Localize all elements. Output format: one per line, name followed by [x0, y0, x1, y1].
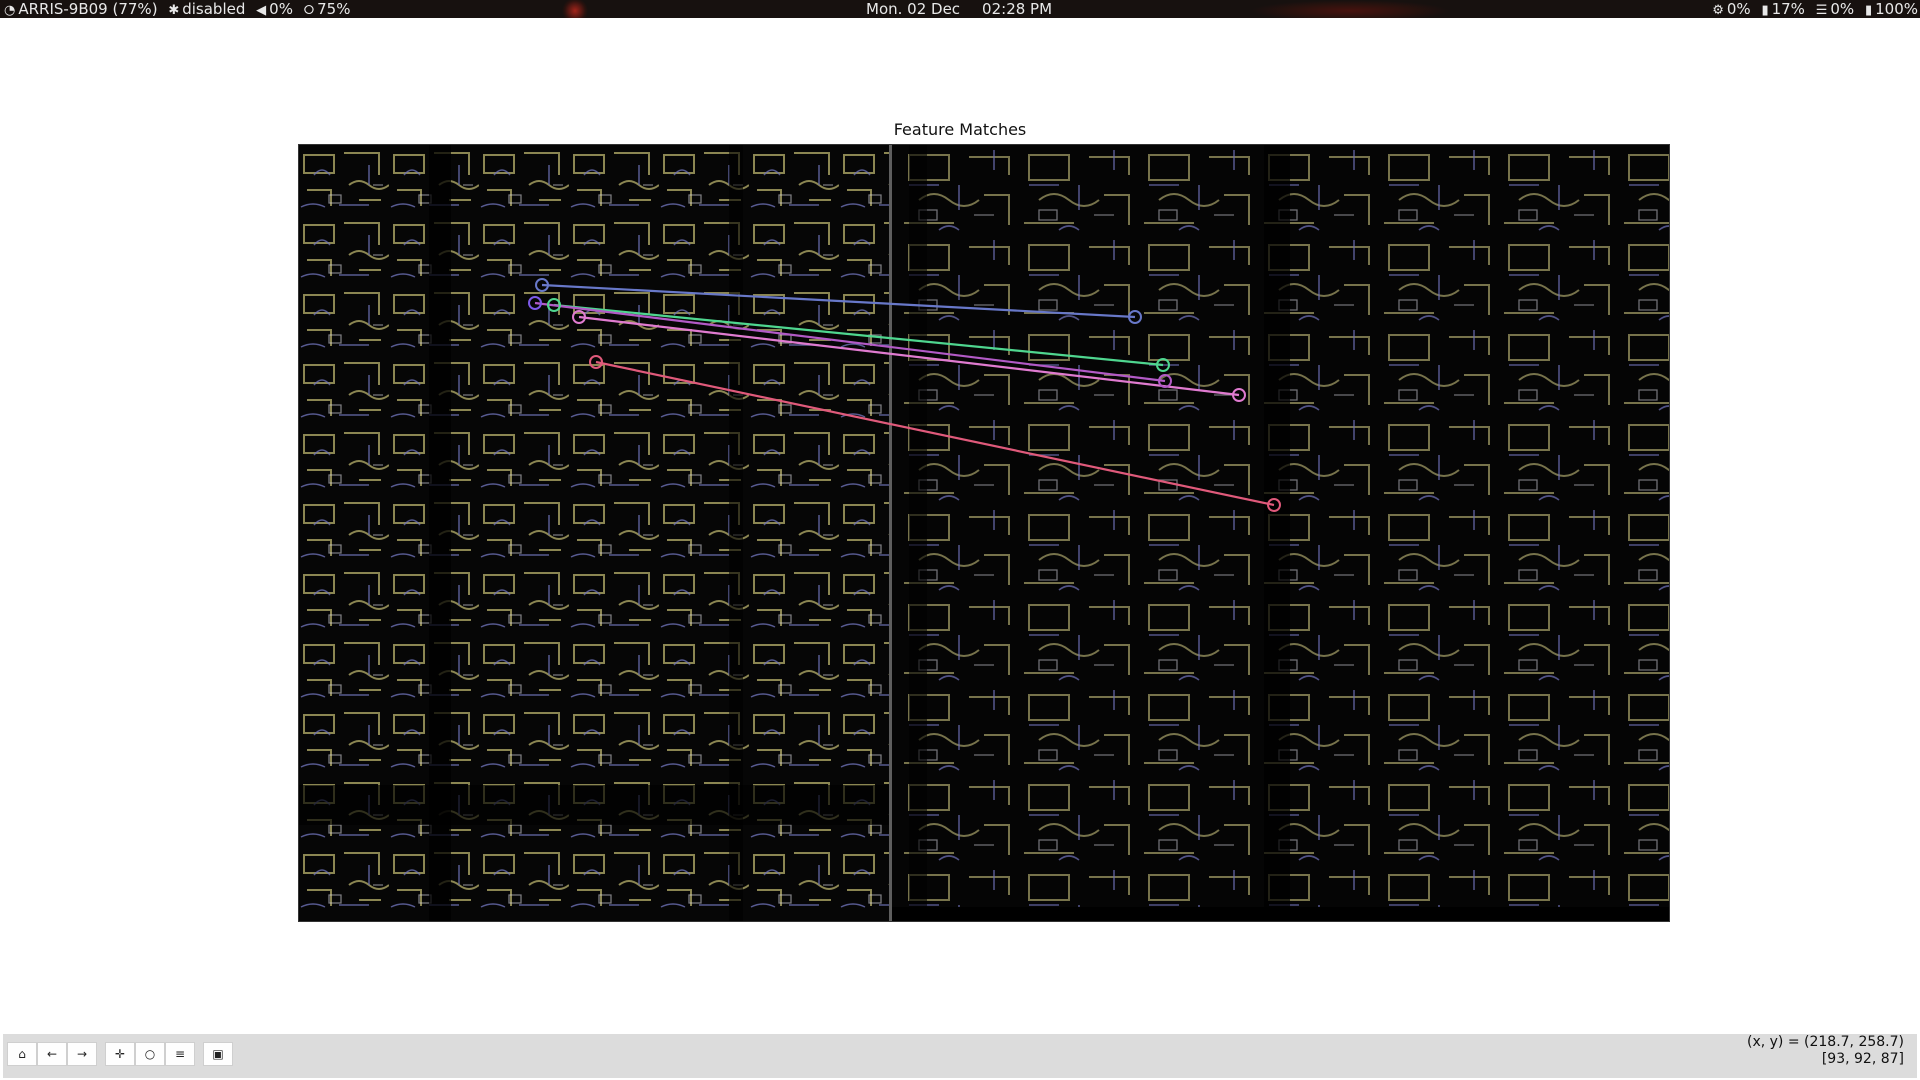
system-top-bar: ◔ ARRIS-9B09 (77%) ✱ disabled ◀ 0% ⭘ 75% Mon…: [0, 0, 1920, 18]
bluetooth-status[interactable]: disabled: [182, 0, 245, 18]
wifi-icon[interactable]: ◔: [4, 2, 15, 18]
battery-icon: ▮: [1864, 3, 1873, 18]
volume-level[interactable]: 0%: [269, 0, 293, 18]
configure-icon[interactable]: ≡: [165, 1042, 195, 1066]
pixel-value: [93, 92, 87]: [1821, 1051, 1904, 1067]
cpu-icon: ⚙: [1712, 3, 1724, 18]
wifi-network-label[interactable]: ARRIS-9B09 (77%): [18, 0, 157, 18]
disk-usage: 0%: [1830, 0, 1855, 18]
road-band: [909, 145, 927, 907]
topbar-right: ⚙ 0% ▮ 17% ☰ 0% ▮ 100%: [1712, 0, 1918, 18]
zoom-icon[interactable]: ○: [135, 1042, 165, 1066]
topbar-clock[interactable]: Mon. 02 Dec 02:28 PM: [866, 0, 1058, 18]
lightbulb-icon[interactable]: ⭘: [304, 2, 314, 18]
date-label: Mon. 02 Dec: [866, 0, 961, 18]
cursor-readout: (x, y) = (218.7, 258.7) [93, 92, 87]: [1747, 1034, 1904, 1068]
memory-usage: 17%: [1771, 0, 1805, 18]
memory-icon: ▮: [1761, 3, 1769, 18]
battery-level: 100%: [1875, 0, 1918, 18]
brightness-level[interactable]: 75%: [317, 0, 350, 18]
back-arrow-icon[interactable]: ←: [37, 1042, 67, 1066]
right-image-padding: [892, 907, 1669, 921]
forward-arrow-icon[interactable]: →: [67, 1042, 97, 1066]
home-icon[interactable]: ⌂: [7, 1042, 37, 1066]
wallpaper-glow: [560, 0, 590, 18]
cursor-coordinates: (x, y) = (218.7, 258.7): [1746, 1034, 1904, 1050]
image-divider: [889, 145, 892, 921]
wallpaper-glow: [1250, 0, 1450, 18]
plot-title: Feature Matches: [893, 120, 1027, 139]
cpu-usage: 0%: [1726, 0, 1751, 18]
pan-icon[interactable]: ✛: [105, 1042, 135, 1066]
time-label: 02:28 PM: [982, 0, 1053, 18]
navigation-toolbar: ⌂ ← → ✛ ○ ≡ ▣: [3, 1034, 1917, 1078]
road-band: [1264, 145, 1290, 907]
road-band: [299, 785, 889, 825]
disk-icon: ☰: [1815, 3, 1828, 18]
bluetooth-icon[interactable]: ✱: [168, 2, 179, 18]
save-icon[interactable]: ▣: [203, 1042, 233, 1066]
speaker-icon[interactable]: ◀: [256, 2, 266, 18]
feature-matches-image[interactable]: [298, 144, 1670, 922]
match-overlay: [299, 145, 1669, 921]
topbar-left: ◔ ARRIS-9B09 (77%) ✱ disabled ◀ 0% ⭘ 75%: [4, 0, 356, 18]
